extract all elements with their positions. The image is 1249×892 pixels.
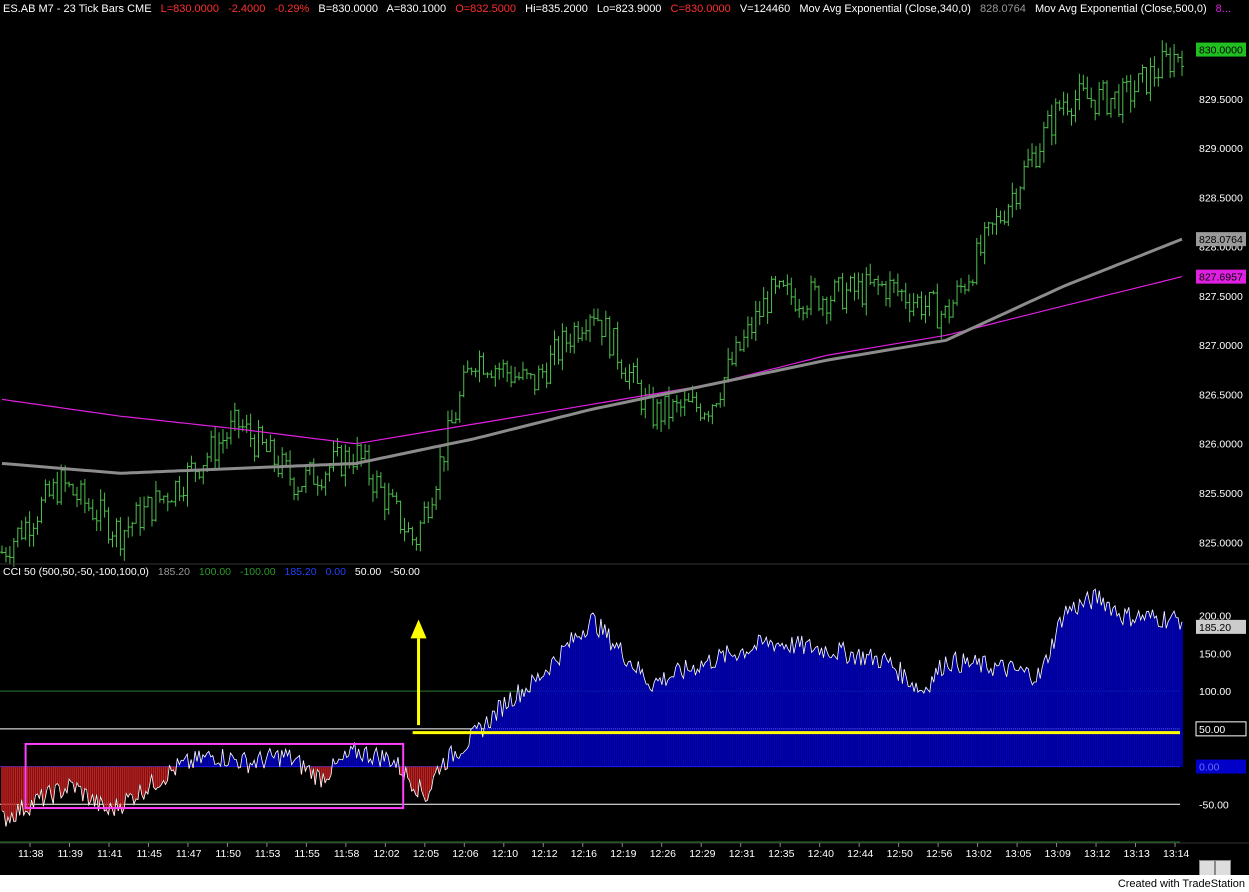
time-tick-label: 12:44 [847, 848, 873, 860]
cci-tick-label: 150.00 [1199, 648, 1231, 660]
scroll-left-button[interactable] [1199, 860, 1215, 876]
cci-v2: 100.00 [198, 566, 232, 578]
cci-v1: 185.20 [157, 566, 190, 578]
ma1-name: Mov Avg Exponential (Close,340,0) [799, 3, 971, 15]
cci-tick-label: 0.00 [1199, 762, 1220, 774]
price-header: ES.AB M7 - 23 Tick Bars CME L=830.0000 -… [3, 3, 1237, 15]
time-tick-label: 12:26 [650, 848, 676, 860]
ma2-name: Mov Avg Exponential (Close,500,0) [1034, 3, 1207, 15]
price-pane [0, 40, 1184, 567]
price-tick-label: 827.0000 [1199, 340, 1243, 352]
ma340-line [1, 237, 1183, 475]
time-tick-label: 12:19 [610, 848, 636, 860]
last-price-text: 830.0000 [1199, 45, 1243, 57]
chart-canvas: 825.0000 825.5000 826.0000 826.5000 827.0000… [0, 40, 1249, 860]
time-tick-label: 13:02 [966, 848, 992, 860]
ma500-value-text: 827.6957 [1199, 272, 1243, 284]
low-label: Lo=823.9000 [596, 3, 662, 15]
time-tick-label: 12:50 [887, 848, 913, 860]
time-tick-label: 12:05 [413, 848, 439, 860]
footer: Created with TradeStation [0, 875, 1249, 892]
cci-pane [0, 588, 1183, 843]
price-tick-label: 828.5000 [1199, 192, 1243, 204]
time-tick-label: 12:29 [689, 848, 715, 860]
pct-label: -0.29% [274, 3, 310, 15]
time-tick-label: 13:09 [1045, 848, 1071, 860]
time-tick-label: 11:47 [176, 848, 202, 860]
time-tick-label: 13:12 [1084, 848, 1110, 860]
open-label: O=832.5000 [455, 3, 517, 15]
cci-tick-label: -50.00 [1199, 799, 1229, 811]
time-tick-label: 11:58 [334, 848, 360, 860]
price-tick-label: 825.5000 [1199, 488, 1243, 500]
created-with-label: Created with TradeStation [1117, 878, 1245, 890]
time-tick-label: 11:50 [215, 848, 241, 860]
time-tick-label: 11:53 [255, 848, 281, 860]
cci-tick-label: 100.00 [1199, 686, 1231, 698]
ask-label: A=830.1000 [386, 3, 447, 15]
cci-v3: -100.00 [239, 566, 276, 578]
time-tick-label: 12:31 [729, 848, 755, 860]
time-tick-label: 12:35 [768, 848, 794, 860]
ma500-line [1, 276, 1183, 445]
price-tick-label: 825.0000 [1199, 537, 1243, 549]
price-tick-label: 829.5000 [1199, 94, 1243, 106]
time-tick-label: 11:41 [97, 848, 123, 860]
high-label: Hi=835.2000 [525, 3, 588, 15]
time-tick-label: 11:45 [136, 848, 162, 860]
cci-last-text: 185.20 [1199, 622, 1231, 634]
change-label: -2.4000 [228, 3, 266, 15]
time-tick-label: 12:40 [808, 848, 834, 860]
time-tick-label: 12:16 [571, 848, 597, 860]
time-tick-label: 12:02 [373, 848, 399, 860]
ma1-value: 828.0764 [980, 3, 1026, 15]
cci-header: CCI 50 (500,50,-50,-100,100,0) 185.20 10… [3, 566, 426, 578]
time-tick-label: 13:14 [1163, 848, 1189, 860]
cci-v7: -50.00 [390, 566, 420, 578]
time-tick-label: 12:06 [452, 848, 478, 860]
time-tick-label: 12:56 [926, 848, 952, 860]
price-tick-label: 827.5000 [1199, 291, 1243, 303]
cci-v4: 185.20 [284, 566, 317, 578]
yellow-arrow-head [410, 619, 427, 639]
symbol-label: ES.AB M7 - 23 Tick Bars CME [3, 3, 152, 15]
time-tick-label: 11:38 [18, 848, 44, 860]
price-tick-label: 826.5000 [1199, 389, 1243, 401]
volume-label: V=124460 [739, 3, 791, 15]
price-tick-label: 826.0000 [1199, 439, 1243, 451]
time-tick-label: 12:10 [492, 848, 518, 860]
cci-v6: 50.00 [354, 566, 382, 578]
cci-name: CCI 50 (500,50,-50,-100,100,0) [3, 566, 149, 578]
ma340-value-text: 828.0764 [1199, 234, 1243, 246]
bid-label: B=830.0000 [318, 3, 379, 15]
ma2-value: 8... [1215, 3, 1231, 15]
scroll-right-button[interactable] [1215, 860, 1231, 876]
price-tick-label: 829.0000 [1199, 143, 1243, 155]
time-tick-label: 12:12 [531, 848, 557, 860]
last-label: L=830.0000 [160, 3, 220, 15]
time-tick-label: 13:05 [1005, 848, 1031, 860]
cci-v5: 0.00 [325, 566, 346, 578]
time-tick-label: 13:13 [1124, 848, 1150, 860]
cci-tick-label: 50.00 [1199, 724, 1225, 736]
time-tick-label: 11:39 [57, 848, 83, 860]
time-tick-label: 11:55 [294, 848, 320, 860]
close-label: C=830.0000 [670, 3, 731, 15]
